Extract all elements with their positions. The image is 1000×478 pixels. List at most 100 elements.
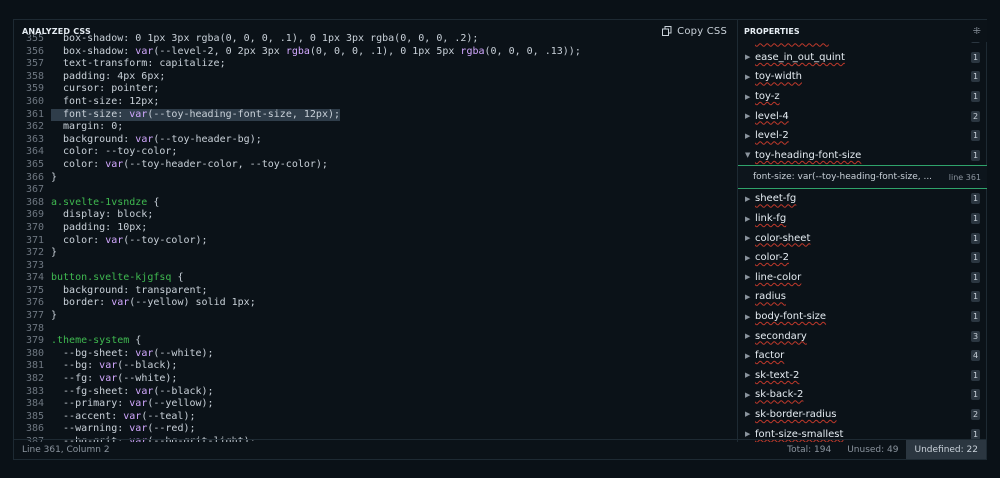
code-line[interactable]: 360 font-size: 12px; (14, 96, 737, 109)
code-token: { (171, 272, 184, 284)
code-line[interactable]: 368 a.svelte-1vsndze { (14, 197, 737, 210)
drag-handle-icon[interactable]: ⁜ (973, 26, 981, 37)
chevron-right-icon[interactable]: ▶ (745, 352, 755, 360)
line-number: 382 (25, 373, 44, 385)
property-item[interactable]: ▶ sk-text-2 1 (738, 366, 987, 386)
chevron-right-icon[interactable]: ▶ (745, 313, 755, 321)
code-line[interactable]: 372} (14, 247, 737, 260)
chevron-right-icon[interactable]: ▶ (745, 273, 755, 281)
property-item[interactable]: ▶ toy-z 1 (738, 87, 987, 107)
total-count[interactable]: Total: 194 (779, 445, 839, 455)
code-line[interactable]: 359 cursor: pointer; (14, 83, 737, 96)
chevron-right-icon[interactable]: ▶ (745, 73, 755, 81)
property-item[interactable]: ▶ color-sheet 1 (738, 228, 987, 248)
code-line[interactable]: 374 button.svelte-kjgfsq { (14, 272, 737, 285)
code-token: .theme-system (51, 335, 130, 347)
code-line[interactable]: 370 padding: 10px; (14, 222, 737, 235)
properties-list[interactable]: ▶toy-font-family1▶ease_in_out_quint1▶toy… (738, 28, 987, 442)
code-line[interactable]: 371 color: var(--toy-color); (14, 235, 737, 248)
chevron-right-icon[interactable]: ▶ (745, 293, 755, 301)
property-item[interactable]: ▶ body-font-size 1 (738, 307, 987, 327)
code-line[interactable]: 383 --fg-sheet: var(--black); (14, 386, 737, 399)
chevron-right-icon[interactable]: ▶ (745, 112, 755, 120)
property-item[interactable]: ▶ sk-back-2 1 (738, 385, 987, 405)
code-line[interactable]: 369 display: block; (14, 209, 737, 222)
code-line[interactable]: 376 border: var(--yellow) solid 1px; (14, 297, 737, 310)
property-item[interactable]: ▼ toy-heading-font-size 1 (738, 146, 987, 166)
chevron-right-icon[interactable]: ▶ (745, 391, 755, 399)
code-line[interactable]: 358 padding: 4px 6px; (14, 71, 737, 84)
undefined-count[interactable]: Undefined: 22 (906, 440, 986, 459)
line-number: 355 (25, 33, 44, 44)
line-number: 386 (25, 423, 44, 435)
code-line[interactable]: 357 text-transform: capitalize; (14, 58, 737, 71)
usage-count-badge: 1 (971, 51, 980, 63)
property-name: font-size-smallest (755, 428, 844, 440)
code-text: box-shadow: var(--level-2, 0 2px 3px rgb… (51, 46, 581, 59)
code-token: var (123, 410, 142, 422)
code-text: } (51, 172, 57, 185)
chevron-right-icon[interactable]: ▶ (745, 410, 755, 418)
usage-count-badge: 1 (971, 252, 980, 264)
code-line[interactable]: 385 --accent: var(--teal); (14, 411, 737, 424)
chevron-right-icon[interactable]: ▶ (745, 371, 755, 379)
code-line[interactable]: 386 --warning: var(--red); (14, 423, 737, 436)
code-text: color: --toy-color; (51, 146, 177, 159)
unused-count[interactable]: Unused: 49 (839, 445, 906, 455)
chevron-right-icon[interactable]: ▶ (745, 53, 755, 61)
property-item[interactable]: ▶ radius 1 (738, 287, 987, 307)
property-name: toy-width (755, 71, 802, 83)
code-line[interactable]: 375 background: transparent; (14, 285, 737, 298)
code-line[interactable]: 379 .theme-system { (14, 335, 737, 348)
code-line[interactable]: 381 --bg: var(--black); (14, 360, 737, 373)
property-item[interactable]: ▶ sheet-fg 1 (738, 189, 987, 209)
chevron-right-icon[interactable]: ▶ (745, 215, 755, 223)
property-name: line-color (755, 271, 802, 283)
code-line[interactable]: 355 box-shadow: 0 1px 3px rgba(0, 0, 0, … (14, 33, 737, 46)
chevron-right-icon[interactable]: ▶ (745, 332, 755, 340)
code-line[interactable]: 382 --fg: var(--white); (14, 373, 737, 386)
code-line[interactable]: 366} (14, 172, 737, 185)
property-item[interactable]: ▶ toy-width 1 (738, 67, 987, 87)
code-token: { (147, 196, 160, 208)
property-item[interactable]: ▶ line-color 1 (738, 268, 987, 288)
code-token: var (135, 45, 154, 57)
property-item[interactable]: ▶ level-2 1 (738, 126, 987, 146)
code-line[interactable]: 364 color: --toy-color; (14, 146, 737, 159)
code-line[interactable]: 384 --primary: var(--yellow); (14, 398, 737, 411)
code-text: color: var(--toy-color); (51, 235, 208, 248)
property-item[interactable]: ▶ level-4 2 (738, 106, 987, 126)
property-usage-entry[interactable]: font-size: var(--toy-heading-font-size, … (738, 165, 987, 190)
code-line[interactable]: 356 box-shadow: var(--level-2, 0 2px 3px… (14, 46, 737, 59)
property-item[interactable]: ▶ sk-border-radius 2 (738, 405, 987, 425)
code-text: a.svelte-1vsndze { (51, 197, 159, 210)
property-item[interactable]: ▶ factor 4 (738, 346, 987, 366)
properties-header: PROPERTIES ⁜ (738, 20, 987, 42)
code-token: a.svelte-1vsndze (51, 196, 148, 208)
code-line[interactable]: 378 (14, 323, 737, 336)
code-line[interactable]: 380 --bg-sheet: var(--white); (14, 348, 737, 361)
code-line[interactable]: 363 background: var(--toy-header-bg); (14, 134, 737, 147)
chevron-right-icon[interactable]: ▶ (745, 93, 755, 101)
code-line[interactable]: 365 color: var(--toy-header-color, --toy… (14, 159, 737, 172)
chevron-right-icon[interactable]: ▶ (745, 254, 755, 262)
property-item[interactable]: ▶ color-2 1 (738, 248, 987, 268)
chevron-right-icon[interactable]: ▶ (745, 430, 755, 438)
property-item[interactable]: ▶ ease_in_out_quint 1 (738, 48, 987, 68)
chevron-right-icon[interactable]: ▶ (745, 195, 755, 203)
property-item[interactable]: ▶ secondary 3 (738, 326, 987, 346)
code-line[interactable]: 362 margin: 0; (14, 121, 737, 134)
code-token: var (129, 398, 148, 410)
chevron-right-icon[interactable]: ▶ (745, 234, 755, 242)
property-item[interactable]: ▶ link-fg 1 (738, 209, 987, 229)
chevron-right-icon[interactable]: ▶ (745, 132, 755, 140)
code-editor[interactable]: 355 box-shadow: 0 1px 3px rgba(0, 0, 0, … (14, 33, 737, 442)
property-name: secondary (755, 330, 807, 342)
code-text: padding: 10px; (51, 222, 147, 235)
chevron-down-icon[interactable]: ▼ (745, 151, 755, 159)
code-line[interactable]: 377} (14, 310, 737, 323)
code-text: cursor: pointer; (51, 83, 159, 96)
code-line[interactable]: 361 font-size: var(--toy-heading-font-si… (14, 108, 737, 122)
code-line[interactable]: 367 (14, 184, 737, 197)
code-line[interactable]: 373 (14, 260, 737, 273)
